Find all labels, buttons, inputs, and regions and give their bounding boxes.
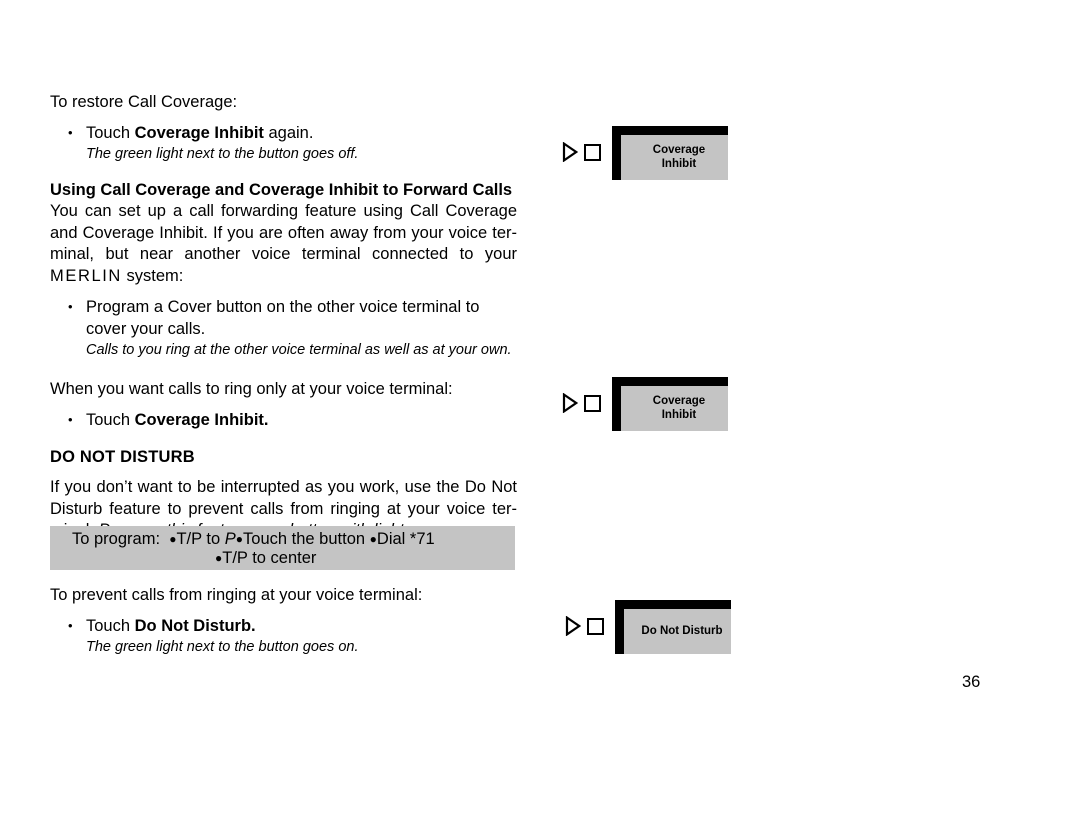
program-cover-button-text: Program a Cover button on the other voic…: [86, 298, 480, 338]
phone-key-label: Do Not Disturb: [633, 609, 731, 654]
program-step-bullet-icon: ●: [369, 532, 377, 546]
program-step-3: Dial *71: [376, 530, 435, 548]
ring-only-coverage-inhibit-bullet: • Touch Coverage Inhibit.: [68, 409, 517, 431]
prevent-green-light-note: The green light next to the button goes …: [86, 639, 359, 655]
ring-only-lead: When you want calls to ring only at your…: [50, 380, 453, 398]
program-cover-button-bullet: • Program a Cover button on the other vo…: [68, 296, 517, 340]
prevent-bullet-feature-name: Do Not Disturb.: [134, 617, 256, 635]
key-label-line-1: Coverage: [652, 395, 706, 407]
arrow-pointer-icon: [565, 616, 581, 636]
program-box-prefix: To program:: [72, 530, 161, 548]
coverage-inhibit-button-graphic-2: Coverage Inhibit: [550, 377, 740, 435]
forward-paragraph-part-2: system:: [121, 266, 184, 285]
restore-green-light-note: The green light next to the button goes …: [86, 146, 359, 162]
phone-key-coverage-inhibit[interactable]: Coverage Inhibit: [612, 126, 728, 180]
prevent-bullet-text-pre: Touch: [86, 617, 135, 635]
bullet-icon: •: [68, 618, 73, 633]
do-not-disturb-section-heading: DO NOT DISTURB: [50, 448, 195, 466]
restore-bullet-text-post: again.: [263, 124, 314, 142]
program-step-4: T/P to center: [222, 549, 317, 567]
arrow-pointer-icon: [562, 142, 578, 162]
program-step-bullet-icon: ●: [235, 532, 244, 546]
key-label-line-2: Inhibit: [661, 157, 697, 170]
restore-call-coverage-lead: To restore Call Coverage:: [50, 93, 238, 111]
phone-key-label: Coverage Inhibit: [630, 135, 728, 180]
manual-page: To restore Call Coverage: • Touch Covera…: [0, 0, 1080, 835]
forward-paragraph-part-1: You can set up a call forwarding feature…: [50, 202, 517, 263]
forward-calls-paragraph: You can set up a call forwarding feature…: [50, 201, 517, 287]
restore-coverage-inhibit-bullet: • Touch Coverage Inhibit again.: [68, 122, 517, 144]
ring-only-bullet-text-pre: Touch: [86, 411, 135, 429]
prevent-calls-lead: To prevent calls from ringing at your vo…: [50, 586, 423, 604]
do-not-disturb-button-graphic: Do Not Disturb: [553, 600, 743, 658]
restore-bullet-feature-name: Coverage Inhibit: [134, 124, 264, 142]
prevent-do-not-disturb-bullet: • Touch Do Not Disturb.: [68, 615, 517, 637]
prevent-calls-block: To prevent calls from ringing at your vo…: [50, 585, 517, 657]
status-light-icon: [584, 395, 601, 412]
key-label-line-1: Do Not Disturb: [641, 624, 723, 637]
forward-calls-note: Calls to you ring at the other voice ter…: [86, 342, 512, 358]
body-text-column: To restore Call Coverage: • Touch Covera…: [50, 92, 517, 542]
merlin-system-name: MERLIN: [50, 266, 122, 285]
status-light-icon: [587, 618, 604, 635]
phone-key-label: Coverage Inhibit: [630, 386, 728, 431]
page-number: 36: [962, 673, 981, 691]
program-box-line-1: To program: ●T/P to P●Touch the button ●…: [72, 529, 435, 550]
forward-calls-heading: Using Call Coverage and Coverage Inhibit…: [50, 181, 513, 199]
status-light-icon: [584, 144, 601, 161]
program-instruction-box: To program: ●T/P to P●Touch the button ●…: [50, 526, 515, 570]
bullet-icon: •: [68, 299, 73, 314]
key-label-line-1: Coverage: [652, 144, 706, 156]
program-step-1-parameter: P: [224, 530, 236, 548]
program-step-2: Touch the button: [243, 530, 366, 548]
bullet-icon: •: [68, 412, 73, 427]
arrow-pointer-icon: [562, 393, 578, 413]
program-box-line-2: ●T/P to center: [215, 548, 316, 569]
phone-key-coverage-inhibit[interactable]: Coverage Inhibit: [612, 377, 728, 431]
restore-bullet-text-pre: Touch: [86, 124, 135, 142]
coverage-inhibit-button-graphic-1: Coverage Inhibit: [550, 126, 740, 184]
key-label-line-2: Inhibit: [661, 408, 697, 421]
program-step-1: T/P to: [176, 530, 221, 548]
bullet-icon: •: [68, 125, 73, 140]
phone-key-do-not-disturb[interactable]: Do Not Disturb: [615, 600, 731, 654]
ring-only-bullet-feature-name: Coverage Inhibit.: [134, 411, 269, 429]
